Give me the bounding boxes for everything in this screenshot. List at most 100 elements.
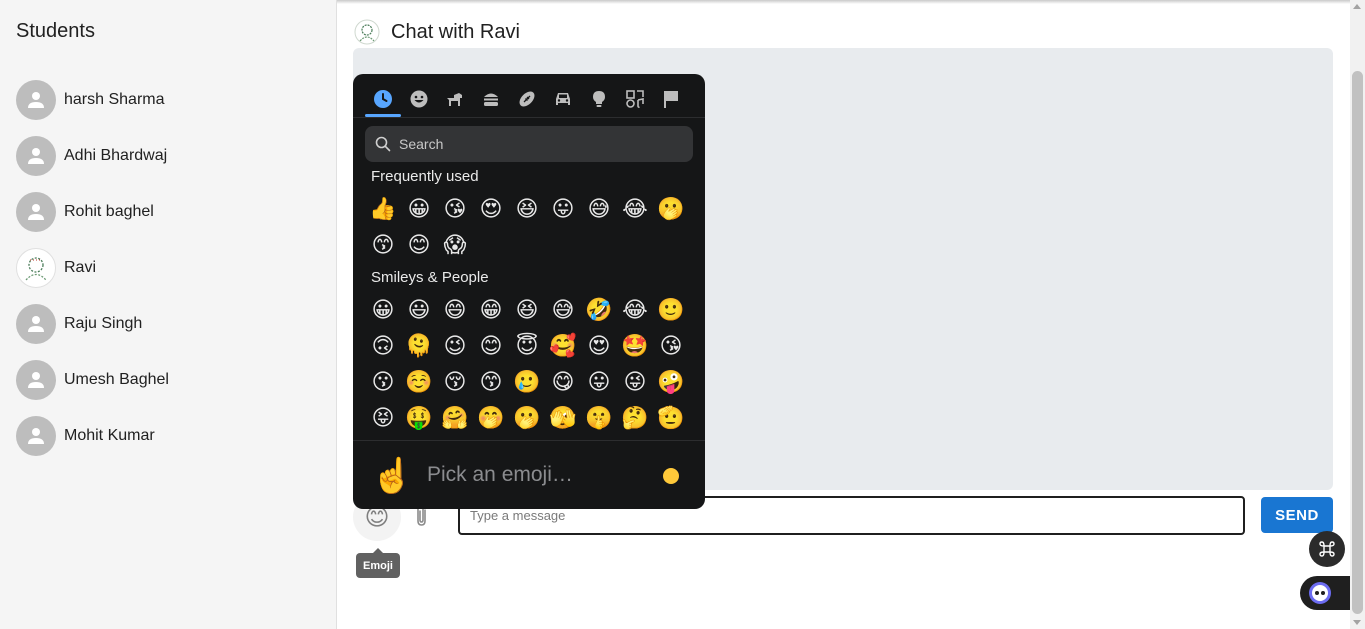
emoji-item[interactable]: 😉 <box>437 328 473 364</box>
emoji-item[interactable]: 😍 <box>473 191 509 227</box>
emoji-item[interactable]: 😃 <box>401 292 437 328</box>
emoji-item[interactable]: 😁 <box>473 292 509 328</box>
tab-travel[interactable] <box>545 82 581 116</box>
student-item[interactable]: Raju Singh <box>16 304 169 344</box>
student-name: Mohit Kumar <box>64 427 155 444</box>
emoji-item[interactable]: 😅 <box>545 292 581 328</box>
emoji-item[interactable]: 😇 <box>509 328 545 364</box>
assistant-button[interactable] <box>1300 576 1350 610</box>
scroll-up-arrow-icon[interactable] <box>1353 4 1361 9</box>
student-item[interactable]: Mohit Kumar <box>16 416 169 456</box>
profile-photo <box>19 251 53 285</box>
command-button[interactable] <box>1309 531 1345 567</box>
search-icon <box>375 136 391 152</box>
student-item[interactable]: Rohit baghel <box>16 192 169 232</box>
person-icon <box>28 92 44 108</box>
person-icon <box>28 316 44 332</box>
emoji-item[interactable]: 😀 <box>401 191 437 227</box>
emoji-item[interactable]: 🤣 <box>581 292 617 328</box>
student-item[interactable]: Ravi <box>16 248 169 288</box>
tab-food[interactable] <box>473 82 509 116</box>
emoji-item[interactable]: 🤫 <box>581 400 617 436</box>
skin-tone-selector[interactable] <box>663 468 679 484</box>
command-icon <box>1319 541 1335 557</box>
emoji-item[interactable]: 🤗 <box>437 400 473 436</box>
student-item[interactable]: Umesh Baghel <box>16 360 169 400</box>
avatar <box>16 192 56 232</box>
flag-icon <box>664 91 678 108</box>
emoji-item[interactable]: 😍 <box>581 328 617 364</box>
student-item[interactable]: Adhi Bhardwaj <box>16 136 169 176</box>
emoji-search-input[interactable] <box>397 135 687 153</box>
person-icon <box>28 204 44 220</box>
emoji-item[interactable]: 😆 <box>509 292 545 328</box>
scroll-thumb[interactable] <box>1352 71 1363 614</box>
scroll-down-arrow-icon[interactable] <box>1353 620 1361 625</box>
student-item[interactable]: harsh Sharma <box>16 80 169 120</box>
emoji-item[interactable]: 🫡 <box>653 400 689 436</box>
emoji-item[interactable]: 😛 <box>545 191 581 227</box>
emoji-item[interactable]: 😚 <box>437 364 473 400</box>
tab-frequently-used[interactable] <box>365 82 401 117</box>
tab-activities[interactable] <box>509 82 545 116</box>
emoji-item[interactable]: 😝 <box>365 400 401 436</box>
emoji-item[interactable]: 😅 <box>581 191 617 227</box>
tab-animals[interactable] <box>437 82 473 116</box>
emoji-item[interactable]: 😄 <box>437 292 473 328</box>
emoji-item[interactable]: 😆 <box>509 191 545 227</box>
person-icon <box>28 148 44 164</box>
chat-header: Chat with Ravi <box>353 17 520 47</box>
emoji-item[interactable]: 🫣 <box>545 400 581 436</box>
emoji-item[interactable]: 🤑 <box>401 400 437 436</box>
students-sidebar: Students harsh Sharma Adhi Bhardwaj Rohi… <box>0 0 337 629</box>
chat-avatar <box>353 18 381 46</box>
emoji-grid-smileys: 😀 😃 😄 😁 😆 😅 🤣 😂 🙂 🙃 🫠 😉 😊 😇 🥰 😍 🤩 😘 😗 ☺️ 😚 😙 🥲 😋 😛 😜 🤪 😝 🤑 🤗 🤭 🫢 🫣 🤫 🤔 🫡 <box>365 292 689 436</box>
page-scrollbar[interactable] <box>1350 0 1365 629</box>
emoji-item[interactable]: 🫢 <box>509 400 545 436</box>
emoji-item[interactable]: 😙 <box>473 364 509 400</box>
emoji-item[interactable]: 😊 <box>401 227 437 263</box>
emoji-item[interactable]: 🤪 <box>653 364 689 400</box>
student-name: harsh Sharma <box>64 91 165 108</box>
emoji-item[interactable]: 😘 <box>653 328 689 364</box>
emoji-item[interactable]: 🥰 <box>545 328 581 364</box>
emoji-item[interactable]: 😙 <box>365 227 401 263</box>
emoji-item[interactable]: 👍 <box>365 191 401 227</box>
emoji-item[interactable]: 🙂 <box>653 292 689 328</box>
tab-symbols[interactable] <box>617 82 653 116</box>
burger-icon <box>484 93 498 106</box>
student-name: Ravi <box>64 259 97 276</box>
emoji-item[interactable]: 😋 <box>545 364 581 400</box>
emoji-item[interactable]: 😘 <box>437 191 473 227</box>
emoji-item[interactable]: 🤭 <box>473 400 509 436</box>
emoji-grid-frequent: 👍 😀 😘 😍 😆 😛 😅 😂 🫢 😙 😊 😱 <box>365 191 689 263</box>
chat-title: Chat with Ravi <box>391 20 520 43</box>
emoji-item[interactable]: 🤔 <box>617 400 653 436</box>
emoji-item[interactable]: 😂 <box>617 292 653 328</box>
person-icon <box>28 372 44 388</box>
emoji-item[interactable]: 😛 <box>581 364 617 400</box>
emoji-item[interactable]: 😀 <box>365 292 401 328</box>
student-name: Adhi Bhardwaj <box>64 147 168 164</box>
preview-text: Pick an emoji… <box>427 463 573 486</box>
emoji-item[interactable]: 🙃 <box>365 328 401 364</box>
emoji-item[interactable]: ☺️ <box>401 364 437 400</box>
send-button[interactable]: SEND <box>1261 497 1333 533</box>
divider <box>353 117 705 118</box>
emoji-item[interactable]: 🤩 <box>617 328 653 364</box>
emoji-item[interactable]: 😗 <box>365 364 401 400</box>
student-name: Raju Singh <box>64 315 143 332</box>
emoji-item[interactable]: 😂 <box>617 191 653 227</box>
tab-smileys[interactable] <box>401 82 437 116</box>
avatar <box>16 136 56 176</box>
emoji-item[interactable]: 😜 <box>617 364 653 400</box>
student-list: harsh Sharma Adhi Bhardwaj Rohit baghel … <box>16 80 169 472</box>
emoji-item[interactable]: 😱 <box>437 227 473 263</box>
robot-icon <box>1309 582 1331 604</box>
tab-objects[interactable] <box>581 82 617 116</box>
emoji-item[interactable]: 🥲 <box>509 364 545 400</box>
tab-flags[interactable] <box>653 82 689 116</box>
emoji-item[interactable]: 🫢 <box>653 191 689 227</box>
emoji-item[interactable]: 😊 <box>473 328 509 364</box>
emoji-item[interactable]: 🫠 <box>401 328 437 364</box>
